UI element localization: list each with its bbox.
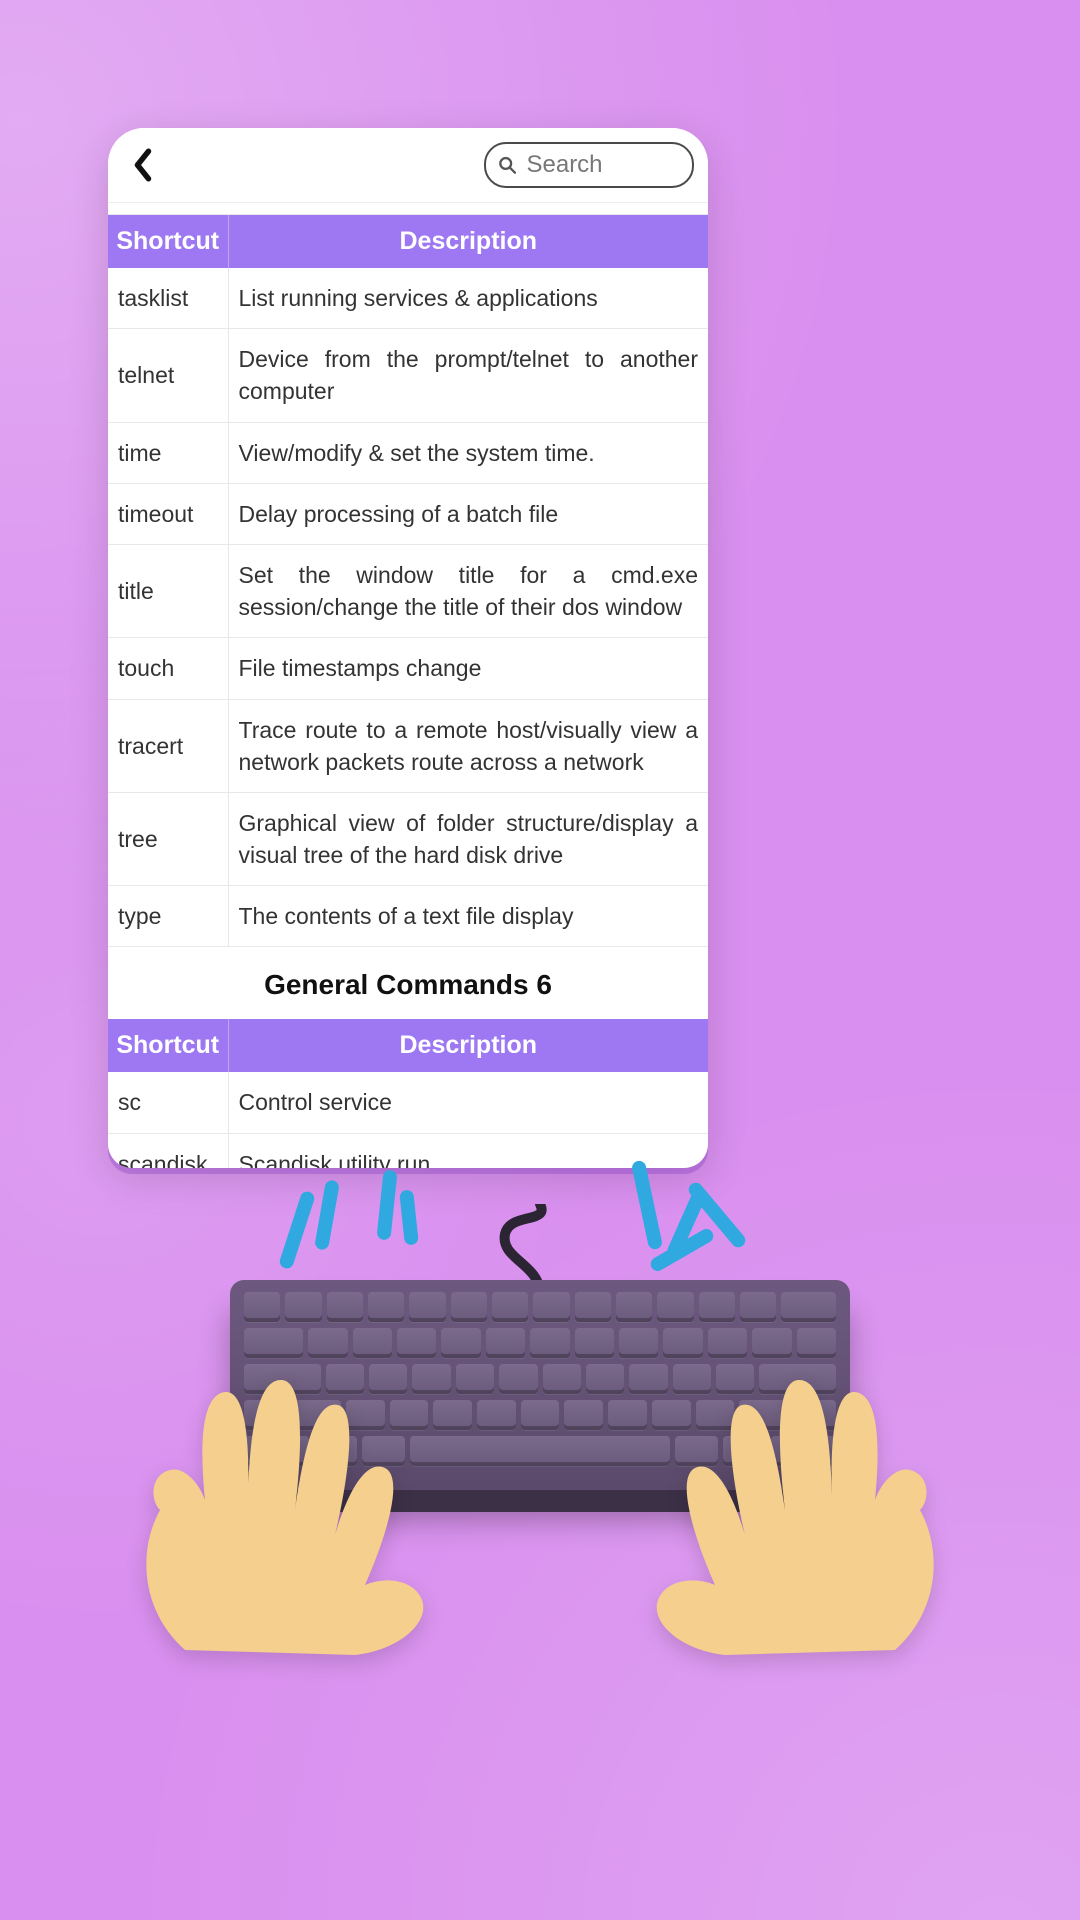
- header-shortcut: Shortcut: [108, 215, 228, 268]
- table-row: tracert Trace route to a remote host/vis…: [108, 699, 708, 792]
- cell-description: Graphical view of folder structure/displ…: [228, 792, 708, 885]
- cell-shortcut: time: [108, 422, 228, 483]
- header-shortcut: Shortcut: [108, 1019, 228, 1072]
- cell-description: Delay processing of a batch file: [228, 483, 708, 544]
- table-row: telnet Device from the prompt/telnet to …: [108, 329, 708, 422]
- cell-shortcut: touch: [108, 638, 228, 699]
- table-row: tree Graphical view of folder structure/…: [108, 792, 708, 885]
- cell-shortcut: tree: [108, 792, 228, 885]
- cell-description: View/modify & set the system time.: [228, 422, 708, 483]
- section-title: General Commands 6: [108, 947, 708, 1019]
- table-row: touch File timestamps change: [108, 638, 708, 699]
- cell-description: Device from the prompt/telnet to another…: [228, 329, 708, 422]
- table-row: time View/modify & set the system time.: [108, 422, 708, 483]
- cell-shortcut: tracert: [108, 699, 228, 792]
- cell-description: Control service: [228, 1072, 708, 1133]
- cell-description: File timestamps change: [228, 638, 708, 699]
- top-bar: [108, 128, 708, 203]
- cell-description: Scandisk utility run: [228, 1133, 708, 1168]
- search-input[interactable]: [526, 151, 676, 179]
- table-header-row: Shortcut Description: [108, 1019, 708, 1072]
- commands-table-1: Shortcut Description tasklist List runni…: [108, 215, 708, 947]
- cell-description: Set the window title for a cmd.exe sessi…: [228, 544, 708, 637]
- chevron-left-icon: [132, 148, 154, 182]
- back-button[interactable]: [126, 143, 160, 187]
- spacer: [108, 203, 708, 215]
- cell-shortcut: tasklist: [108, 268, 228, 329]
- cell-description: The contents of a text file display: [228, 886, 708, 947]
- table-row: tasklist List running services & applica…: [108, 268, 708, 329]
- table-row: sc Control service: [108, 1072, 708, 1133]
- header-description: Description: [228, 215, 708, 268]
- table-row: scandisk Scandisk utility run: [108, 1133, 708, 1168]
- search-icon: [498, 154, 516, 176]
- cell-shortcut: scandisk: [108, 1133, 228, 1168]
- commands-table-2: Shortcut Description sc Control service …: [108, 1019, 708, 1168]
- table-row: title Set the window title for a cmd.exe…: [108, 544, 708, 637]
- cell-shortcut: sc: [108, 1072, 228, 1133]
- cell-description: Trace route to a remote host/visually vi…: [228, 699, 708, 792]
- cell-description: List running services & applications: [228, 268, 708, 329]
- table-row: timeout Delay processing of a batch file: [108, 483, 708, 544]
- app-card: Shortcut Description tasklist List runni…: [108, 128, 708, 1168]
- search-field[interactable]: [484, 142, 694, 188]
- content-scroll[interactable]: Shortcut Description tasklist List runni…: [108, 203, 708, 1168]
- cell-shortcut: telnet: [108, 329, 228, 422]
- cell-shortcut: title: [108, 544, 228, 637]
- header-description: Description: [228, 1019, 708, 1072]
- table-header-row: Shortcut Description: [108, 215, 708, 268]
- table-row: type The contents of a text file display: [108, 886, 708, 947]
- cell-shortcut: timeout: [108, 483, 228, 544]
- cell-shortcut: type: [108, 886, 228, 947]
